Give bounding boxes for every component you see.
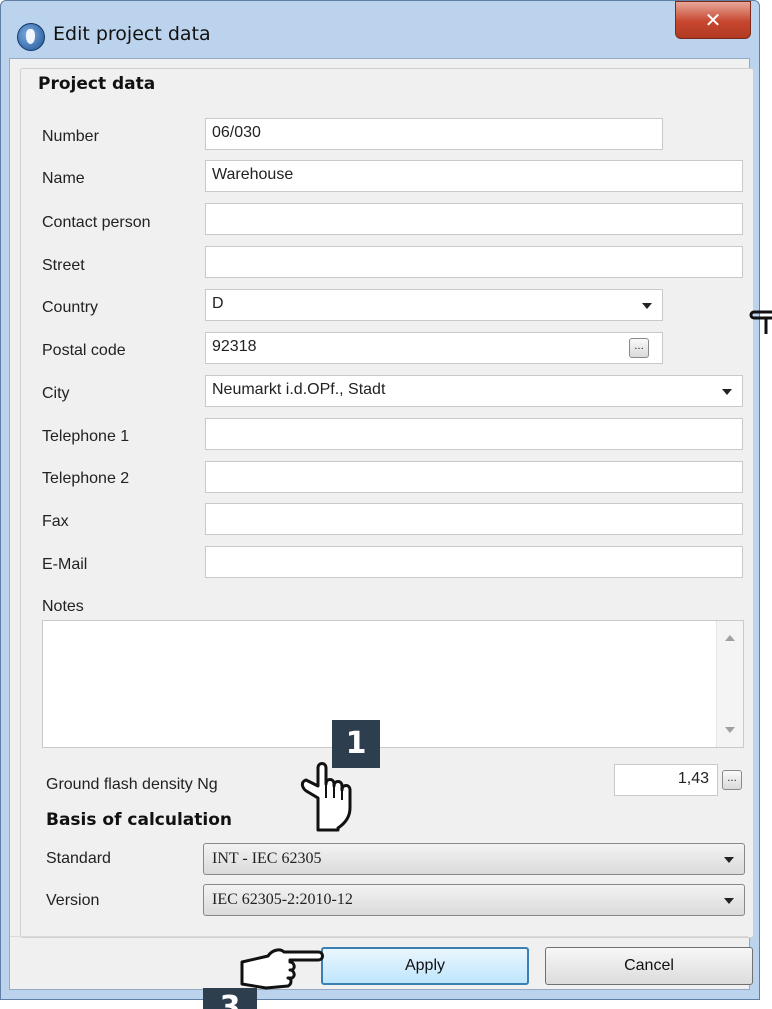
dropdown-arrow-icon xyxy=(724,898,734,904)
city-label: City xyxy=(42,385,70,402)
dropdown-arrow-icon xyxy=(642,303,652,309)
standard-select[interactable]: INT - IEC 62305 xyxy=(203,843,745,875)
standard-label: Standard xyxy=(46,850,111,867)
country-value: D xyxy=(212,295,224,312)
ground-flash-density-field[interactable]: 1,43 xyxy=(614,764,718,796)
scroll-up-icon[interactable] xyxy=(725,635,735,641)
street-field[interactable] xyxy=(205,246,743,278)
window-title: Edit project data xyxy=(53,23,211,45)
contact-person-label: Contact person xyxy=(42,214,151,231)
close-button[interactable]: ✕ xyxy=(675,1,751,39)
postal-code-field[interactable]: 92318 xyxy=(205,332,663,364)
title-bar: Edit project data ✕ xyxy=(1,1,759,59)
street-label: Street xyxy=(42,257,85,274)
project-data-heading: Project data xyxy=(38,74,156,94)
dropdown-arrow-icon xyxy=(724,857,734,863)
contact-person-field[interactable] xyxy=(205,203,743,235)
version-value: IEC 62305-2:2010-12 xyxy=(212,891,353,908)
apply-button[interactable]: Apply xyxy=(321,947,529,985)
cancel-button[interactable]: Cancel xyxy=(545,947,753,985)
name-label: Name xyxy=(42,170,85,187)
notes-label: Notes xyxy=(42,598,84,615)
ground-flash-density-label: Ground flash density Ng xyxy=(46,776,218,793)
scroll-down-icon[interactable] xyxy=(725,727,735,733)
telephone1-label: Telephone 1 xyxy=(42,428,130,445)
pointing-hand-icon xyxy=(749,310,772,334)
version-label: Version xyxy=(46,892,100,909)
name-field[interactable]: Warehouse xyxy=(205,160,743,192)
pointing-hand-icon xyxy=(300,762,352,832)
notes-scrollbar[interactable] xyxy=(716,621,743,747)
fax-field[interactable] xyxy=(205,503,743,535)
postal-code-value: 92318 xyxy=(212,338,257,355)
telephone1-field[interactable] xyxy=(205,418,743,450)
telephone2-field[interactable] xyxy=(205,461,743,493)
number-field[interactable]: 06/030 xyxy=(205,118,663,150)
app-globe-icon xyxy=(17,23,45,51)
notes-textarea[interactable] xyxy=(42,620,744,748)
number-label: Number xyxy=(42,128,99,145)
country-label: Country xyxy=(42,299,99,316)
email-label: E-Mail xyxy=(42,556,88,573)
basis-of-calculation-heading: Basis of calculation xyxy=(46,810,232,830)
telephone2-label: Telephone 2 xyxy=(42,470,130,487)
ground-flash-ellipsis-button[interactable]: ... xyxy=(722,770,742,790)
email-field[interactable] xyxy=(205,546,743,578)
country-select[interactable]: D xyxy=(205,289,663,321)
postal-code-label: Postal code xyxy=(42,342,126,359)
city-select[interactable]: Neumarkt i.d.OPf., Stadt xyxy=(205,375,743,407)
city-value: Neumarkt i.d.OPf., Stadt xyxy=(212,381,386,398)
version-select[interactable]: IEC 62305-2:2010-12 xyxy=(203,884,745,916)
fax-label: Fax xyxy=(42,513,69,530)
postal-code-ellipsis-button[interactable]: ... xyxy=(629,338,649,358)
pointing-hand-icon xyxy=(240,948,324,990)
standard-value: INT - IEC 62305 xyxy=(212,850,322,867)
dropdown-arrow-icon xyxy=(722,389,732,395)
button-separator xyxy=(10,936,748,937)
